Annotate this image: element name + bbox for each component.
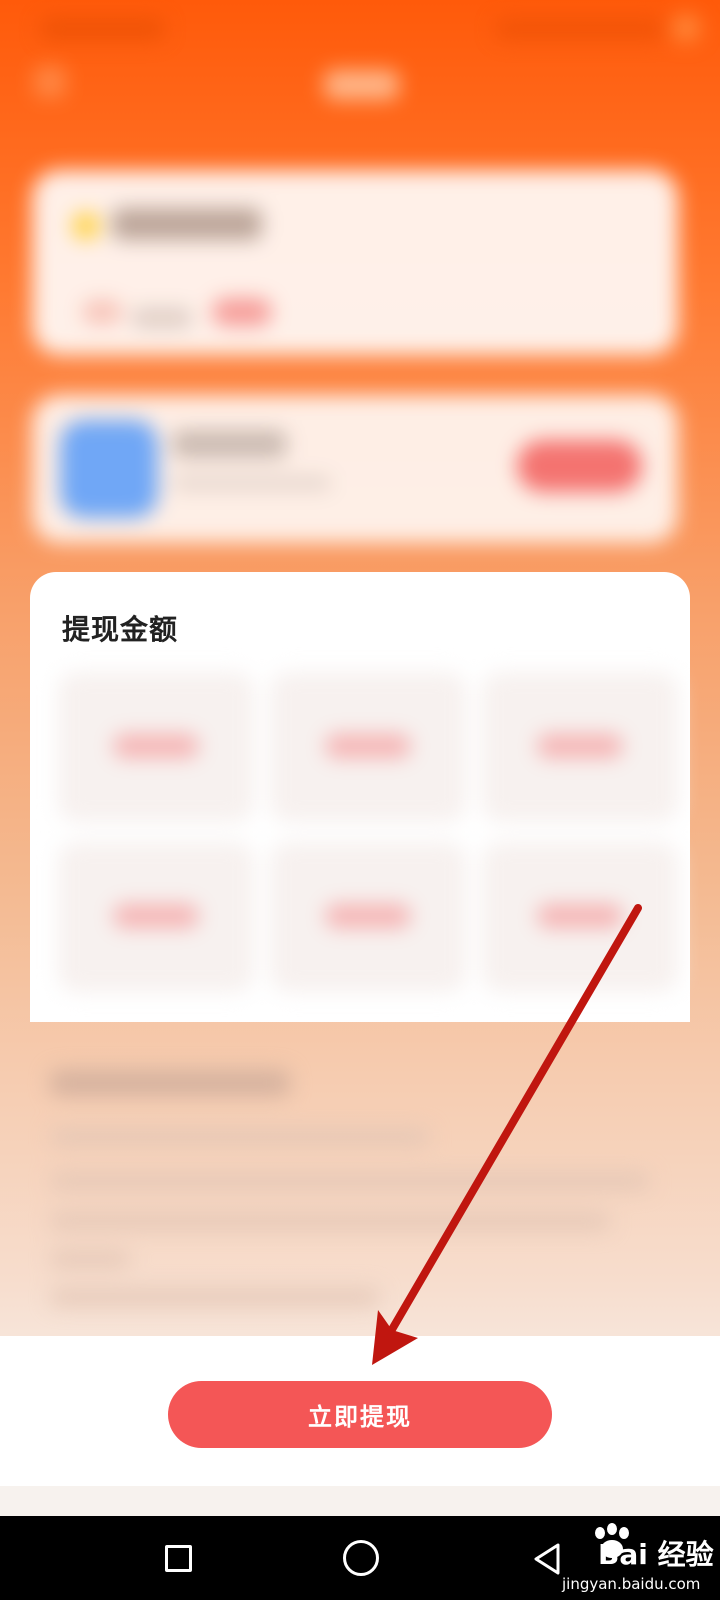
balance-tag <box>82 300 122 324</box>
amount-option[interactable] <box>482 672 678 822</box>
status-bar <box>0 0 720 60</box>
rules-line <box>50 1172 650 1190</box>
account-app-icon <box>60 420 158 518</box>
account-desc <box>172 475 332 491</box>
watermark-site: jingyan.baidu.com <box>562 1575 701 1593</box>
amount-option[interactable] <box>270 672 466 822</box>
back-arrow-icon[interactable] <box>34 66 66 98</box>
watermark-brand: Bai 经验 <box>598 1538 714 1571</box>
rules-line <box>50 1250 130 1268</box>
balance-label <box>112 208 262 240</box>
amount-option[interactable] <box>482 842 678 992</box>
rules-line <box>50 1288 380 1306</box>
account-action-button[interactable] <box>517 440 642 492</box>
withdraw-rules <box>30 1050 690 1320</box>
rules-line <box>50 1128 430 1146</box>
balance-note <box>132 308 192 328</box>
coin-icon <box>72 212 100 240</box>
amount-option[interactable] <box>58 672 254 822</box>
withdraw-account-card[interactable] <box>32 395 678 543</box>
baidu-jingyan-watermark: Bai 经验 jingyan.baidu.com <box>540 1521 720 1597</box>
account-name <box>172 430 287 458</box>
status-icons <box>495 18 665 40</box>
withdraw-amount-panel: 提现金额 <box>30 572 690 1022</box>
rules-heading <box>50 1070 290 1096</box>
amount-options-grid <box>58 672 678 1017</box>
page-title <box>324 70 399 100</box>
balance-value <box>212 298 272 326</box>
balance-card <box>32 170 678 355</box>
status-time <box>40 18 165 40</box>
withdraw-amount-title: 提现金额 <box>62 613 179 646</box>
recent-apps-icon[interactable] <box>165 1545 192 1572</box>
amount-option[interactable] <box>270 842 466 992</box>
amount-option[interactable] <box>58 842 254 992</box>
home-icon[interactable] <box>343 1540 379 1576</box>
withdraw-now-button[interactable]: 立即提现 <box>168 1381 552 1448</box>
battery-icon <box>672 14 700 42</box>
rules-line <box>50 1212 610 1230</box>
